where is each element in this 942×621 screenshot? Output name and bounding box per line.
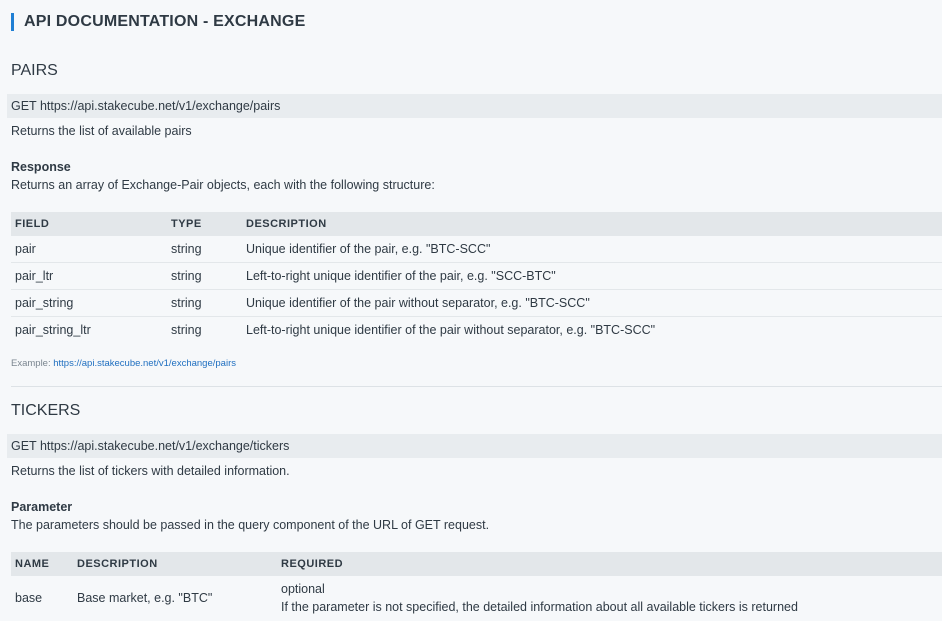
pairs-example: Example: https://api.stakecube.net/v1/ex…	[11, 358, 236, 369]
cell-field: pair_string_ltr	[15, 323, 91, 337]
column-header-type: TYPE	[167, 212, 242, 236]
tickers-table: NAME DESCRIPTION REQUIRED base Base mark…	[11, 552, 942, 620]
cell-type: string	[167, 289, 242, 317]
accent-bar	[11, 13, 14, 31]
cell-description: Unique identifier of the pair, e.g. "BTC…	[242, 236, 942, 263]
table-row: pair_string_ltr string Left-to-right uni…	[11, 317, 942, 344]
api-documentation-page: API DOCUMENTATION - EXCHANGE PAIRS GET h…	[0, 0, 942, 621]
table-header-row: FIELD TYPE DESCRIPTION	[11, 212, 942, 236]
cell-field: pair_ltr	[11, 262, 167, 290]
column-header-name: NAME	[11, 552, 73, 576]
column-header-description: DESCRIPTION	[242, 212, 942, 236]
section-divider	[11, 386, 942, 387]
column-header-field: FIELD	[11, 212, 167, 236]
cell-description: Unique identifier of the pair without se…	[242, 289, 942, 317]
doc-title-text: API DOCUMENTATION - EXCHANGE	[24, 13, 306, 30]
cell-description: Left-to-right unique identifier of the p…	[246, 323, 656, 337]
cell-required: optional If the parameter is not specifi…	[277, 576, 942, 620]
response-text: Returns an array of Exchange-Pair object…	[11, 178, 435, 192]
cell-description: Base market, e.g. "BTC"	[77, 591, 213, 605]
doc-title: API DOCUMENTATION - EXCHANGE	[11, 12, 305, 32]
pairs-summary: Returns the list of available pairs	[11, 124, 192, 138]
cell-name: base	[15, 591, 43, 605]
cell-type: string	[171, 323, 202, 337]
example-label: Example:	[11, 358, 51, 369]
table-row: pair_ltr string Left-to-right unique ide…	[11, 262, 942, 290]
table-row: pair_string string Unique identifier of …	[11, 289, 942, 317]
column-header-required: REQUIRED	[277, 552, 942, 576]
table-header-row: NAME DESCRIPTION REQUIRED	[11, 552, 942, 576]
cell-field: pair_string	[11, 289, 167, 317]
column-header-description: DESCRIPTION	[73, 552, 277, 576]
cell-description: Left-to-right unique identifier of the p…	[242, 262, 942, 290]
parameter-heading: Parameter	[11, 500, 73, 514]
table-row: base Base market, e.g. "BTC" optional If…	[11, 576, 942, 620]
cell-field: pair	[11, 236, 167, 263]
endpoint-pairs: GET https://api.stakecube.net/v1/exchang…	[7, 94, 942, 118]
tickers-summary: Returns the list of tickers with detaile…	[11, 464, 290, 478]
section-title-pairs: PAIRS	[11, 62, 58, 79]
parameter-text: The parameters should be passed in the q…	[11, 518, 490, 532]
cell-type: string	[167, 236, 242, 263]
required-note: If the parameter is not specified, the d…	[281, 600, 798, 614]
example-link[interactable]: https://api.stakecube.net/v1/exchange/pa…	[53, 358, 236, 369]
cell-type: string	[167, 262, 242, 290]
pairs-table: FIELD TYPE DESCRIPTION pair string Uniqu…	[11, 212, 942, 343]
endpoint-tickers: GET https://api.stakecube.net/v1/exchang…	[7, 434, 942, 458]
required-value: optional	[281, 582, 325, 596]
table-row: pair string Unique identifier of the pai…	[11, 236, 942, 263]
response-heading: Response	[11, 160, 71, 174]
section-title-tickers: TICKERS	[11, 402, 81, 419]
